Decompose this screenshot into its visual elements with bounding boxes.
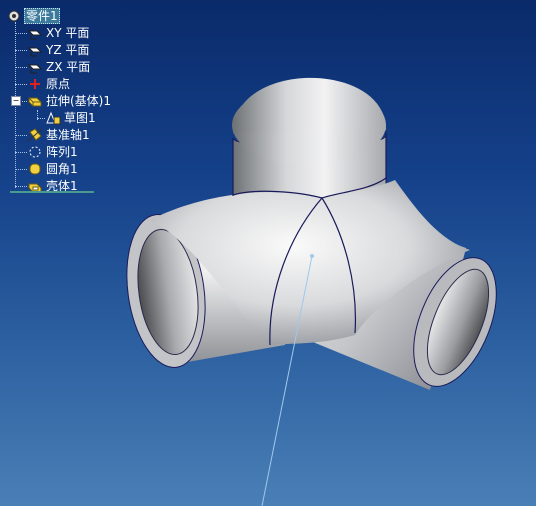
plane-icon — [27, 43, 43, 57]
axis-point — [310, 254, 314, 258]
tree-item-extrude[interactable]: 拉伸(基体)1 — [27, 93, 112, 109]
tree-item-xy-plane[interactable]: XY 平面 — [27, 25, 90, 41]
feature-tree: 零件1 XY 平面 YZ 平面 ZX 平面 原点 − 拉伸(基体)1 草图1 基… — [0, 0, 111, 200]
collapse-toggle[interactable]: − — [11, 96, 21, 106]
datum-axis-icon — [27, 128, 43, 142]
tree-item-fillet[interactable]: 圆角1 — [27, 161, 79, 177]
plane-icon — [27, 26, 43, 40]
plane-icon — [27, 60, 43, 74]
tree-item-pattern[interactable]: 阵列1 — [27, 144, 79, 160]
extrude-icon — [27, 94, 43, 108]
origin-icon — [27, 77, 43, 91]
tree-root[interactable]: 零件1 — [6, 8, 60, 24]
tree-item-yz-plane[interactable]: YZ 平面 — [27, 42, 90, 58]
tree-item-sketch[interactable]: 草图1 — [45, 110, 97, 126]
tree-item-zx-plane[interactable]: ZX 平面 — [27, 59, 91, 75]
tree-item-datum-axis[interactable]: 基准轴1 — [27, 127, 91, 143]
tree-root-label: 零件1 — [24, 8, 60, 24]
tree-item-origin[interactable]: 原点 — [27, 76, 71, 92]
tree-end-marker — [10, 191, 94, 193]
sketch-icon — [45, 111, 61, 125]
pattern-icon — [27, 145, 43, 159]
part-icon — [6, 9, 22, 23]
fillet-icon — [27, 162, 43, 176]
